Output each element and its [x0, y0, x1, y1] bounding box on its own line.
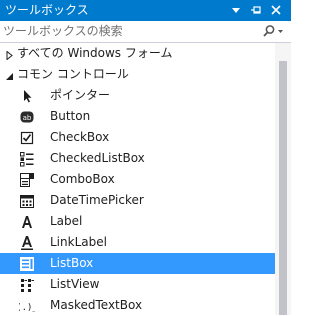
pin-icon[interactable] — [249, 3, 263, 17]
tool-label: ComboBox — [50, 172, 115, 186]
masked-textbox-icon: (.)_ — [19, 298, 35, 314]
search-input[interactable] — [3, 23, 253, 39]
date-time-picker-icon — [19, 193, 35, 209]
tool-item-combobox[interactable]: ComboBox — [0, 169, 275, 190]
group-label: コモン コントロール — [17, 67, 129, 81]
close-icon[interactable] — [269, 3, 283, 17]
tool-label: DateTimePicker — [50, 193, 144, 207]
tool-label: CheckedListBox — [50, 151, 145, 165]
tool-label: ListView — [50, 277, 100, 291]
listview-icon — [19, 277, 35, 293]
tool-item-datetimepicker[interactable]: DateTimePicker — [0, 190, 275, 211]
tool-item-checkbox[interactable]: CheckBox — [0, 127, 275, 148]
vertical-scrollbar[interactable] — [275, 43, 291, 315]
tool-item-linklabel[interactable]: LinkLabel — [0, 232, 275, 253]
tool-item-listview[interactable]: ListView — [0, 274, 275, 295]
checked-list-box-icon — [19, 151, 35, 167]
tool-item-maskedtextbox[interactable]: (.)_ MaskedTextBox — [0, 295, 275, 316]
dropdown-arrow-icon[interactable] — [229, 3, 243, 17]
pointer-icon — [19, 88, 35, 104]
tool-item-listbox[interactable]: ListBox — [0, 253, 275, 274]
listbox-icon — [19, 256, 35, 272]
window-title: ツールボックス — [5, 3, 89, 17]
scrollbar-thumb[interactable] — [279, 61, 287, 315]
expand-arrow-icon[interactable] — [5, 49, 14, 61]
toolbox-search-box — [0, 21, 291, 43]
label-icon — [19, 214, 35, 230]
combobox-icon — [19, 172, 35, 188]
tool-label: Button — [50, 109, 91, 123]
group-label: すべての Windows フォーム — [17, 46, 173, 60]
button-icon: ab — [19, 109, 35, 125]
tool-item-button[interactable]: ab Button — [0, 106, 275, 127]
tool-label: CheckBox — [50, 130, 110, 144]
toolbox-title-bar: ツールボックス — [0, 0, 291, 21]
group-all-windows-forms[interactable]: すべての Windows フォーム — [0, 43, 275, 64]
group-common-controls[interactable]: コモン コントロール — [0, 64, 275, 85]
tool-label: ポインター — [50, 88, 111, 102]
tool-item-label[interactable]: Label — [0, 211, 275, 232]
tool-label: LinkLabel — [50, 235, 107, 249]
tool-label: MaskedTextBox — [50, 298, 143, 312]
search-icon[interactable] — [261, 24, 285, 39]
collapse-arrow-icon[interactable] — [5, 70, 14, 80]
svg-text:(.)_: (.)_ — [19, 303, 35, 313]
svg-text:ab: ab — [23, 114, 32, 122]
checkbox-icon — [19, 130, 35, 146]
link-label-icon — [19, 235, 35, 251]
toolbox-tree: すべての Windows フォーム コモン コントロール ポインター ab Bu… — [0, 43, 275, 315]
tool-item-checkedlistbox[interactable]: CheckedListBox — [0, 148, 275, 169]
tool-label: ListBox — [50, 256, 94, 270]
tool-item-pointer[interactable]: ポインター — [0, 85, 275, 106]
tool-label: Label — [50, 214, 83, 228]
